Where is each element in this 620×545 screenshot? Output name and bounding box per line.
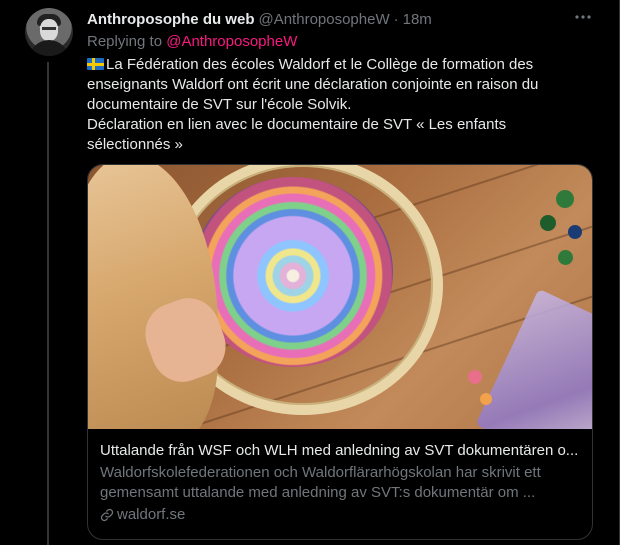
- more-icon[interactable]: [574, 8, 592, 31]
- tweet-header: Anthroposophe du web @AnthroposopheW · 1…: [87, 9, 593, 29]
- replying-prefix: Replying to: [87, 33, 163, 50]
- link-card[interactable]: Uttalande från WSF och WLH med anledning…: [87, 164, 593, 540]
- card-description: Waldorfskolefederationen och Waldorflära…: [100, 464, 541, 501]
- tweet-paragraph-1: La Fédération des écoles Waldorf et le C…: [87, 55, 593, 115]
- sweden-flag-icon: [87, 58, 104, 70]
- avatar-face: [40, 19, 58, 41]
- card-body: Uttalande från WSF och WLH med anledning…: [88, 429, 592, 523]
- bead: [468, 370, 482, 384]
- bead: [556, 190, 574, 208]
- bead: [480, 393, 492, 405]
- card-domain[interactable]: waldorf.se: [100, 506, 580, 523]
- bead: [568, 225, 582, 239]
- separator-dot: ·: [393, 10, 399, 28]
- bead: [540, 215, 556, 231]
- bead: [558, 250, 573, 265]
- tweet-text-line-2: Déclaration en lien avec le documentaire…: [87, 116, 507, 153]
- avatar-body: [29, 40, 69, 56]
- card-image[interactable]: [88, 165, 592, 429]
- avatar[interactable]: [25, 8, 73, 56]
- tweet-time[interactable]: 18m: [403, 11, 432, 28]
- tweet-text-line-1: La Fédération des écoles Waldorf et le C…: [87, 56, 539, 113]
- replying-mention[interactable]: @AnthroposopheW: [166, 33, 297, 50]
- card-title[interactable]: Uttalande från WSF och WLH med anledning…: [100, 441, 580, 461]
- thread-line: [47, 62, 49, 545]
- replying-to: Replying to @AnthroposopheW: [87, 32, 593, 52]
- author-name[interactable]: Anthroposophe du web: [87, 11, 254, 28]
- tweet-content: Anthroposophe du web @AnthroposopheW · 1…: [87, 8, 593, 540]
- crystal-decoration: [475, 288, 592, 429]
- avatar-glasses: [42, 27, 56, 30]
- card-domain-text: waldorf.se: [117, 506, 186, 523]
- tweet-text: La Fédération des écoles Waldorf et le C…: [87, 55, 593, 155]
- tweet-frame: Anthroposophe du web @AnthroposopheW · 1…: [0, 0, 620, 545]
- author-handle[interactable]: @AnthroposopheW: [258, 11, 389, 28]
- link-icon: [100, 508, 114, 521]
